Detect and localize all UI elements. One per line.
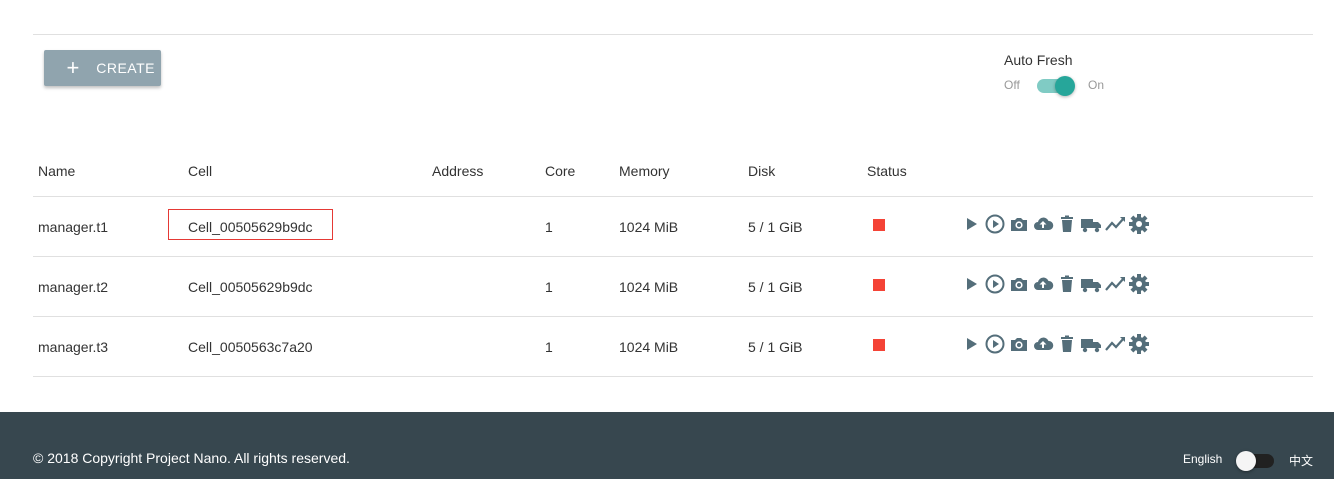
trash-icon[interactable] [1056,333,1080,355]
status-stopped-indicator [873,279,885,291]
header-disk: Disk [748,163,776,179]
row-cell: Cell_00505629b9dc [188,279,313,295]
auto-fresh-title: Auto Fresh [1004,52,1073,68]
row-name: manager.t3 [38,339,109,355]
row-core: 1 [545,339,553,355]
cloud-upload-icon[interactable] [1032,273,1056,295]
top-divider [33,34,1313,35]
header-address: Address [432,163,484,179]
row-name: manager.t1 [38,219,109,235]
gear-icon[interactable] [1128,333,1152,355]
trending-icon[interactable] [1104,333,1128,355]
status-stopped-indicator [873,219,885,231]
trash-icon[interactable] [1056,273,1080,295]
truck-icon[interactable] [1080,213,1104,235]
table-header: Name Cell Address Core Memory Disk Statu… [33,150,1313,197]
row-actions [960,273,1152,295]
auto-fresh-control: Auto Fresh Off On [1004,52,1104,96]
play-circle-icon[interactable] [984,333,1008,355]
trending-icon[interactable] [1104,273,1128,295]
cloud-upload-icon[interactable] [1032,333,1056,355]
truck-icon[interactable] [1080,273,1104,295]
trending-icon[interactable] [1104,213,1128,235]
row-core: 1 [545,279,553,295]
plus-icon: + [66,55,80,80]
row-disk: 5 / 1 GiB [748,219,803,235]
auto-fresh-toggle-knob[interactable] [1055,76,1075,96]
row-cell: Cell_00505629b9dc [188,219,313,235]
camera-icon[interactable] [1008,333,1032,355]
row-name: manager.t2 [38,279,109,295]
trash-icon[interactable] [1056,213,1080,235]
copyright-text: © 2018 Copyright Project Nano. All right… [33,450,350,466]
lang-chinese-label: 中文 [1289,454,1314,468]
header-memory: Memory [619,163,670,179]
table-row: manager.t2 Cell_00505629b9dc 1 1024 MiB … [33,257,1313,317]
play-icon[interactable] [960,333,984,355]
instances-table: Name Cell Address Core Memory Disk Statu… [33,150,1313,377]
row-memory: 1024 MiB [619,279,679,295]
camera-icon[interactable] [1008,213,1032,235]
header-name: Name [38,163,76,179]
table-row: manager.t1 Cell_00505629b9dc 1 1024 MiB … [33,197,1313,257]
create-button[interactable]: + CREATE [44,50,161,86]
language-toggle-knob[interactable] [1236,451,1256,471]
truck-icon[interactable] [1080,333,1104,355]
cloud-upload-icon[interactable] [1032,213,1056,235]
play-icon[interactable] [960,273,984,295]
row-memory: 1024 MiB [619,219,679,235]
gear-icon[interactable] [1128,213,1152,235]
status-stopped-indicator [873,339,885,351]
auto-fresh-on-label: On [1088,78,1105,92]
row-disk: 5 / 1 GiB [748,279,803,295]
row-actions [960,213,1152,235]
create-button-label: CREATE [96,60,155,76]
play-circle-icon[interactable] [984,213,1008,235]
lang-english-label: English [1183,452,1223,466]
header-cell: Cell [188,163,213,179]
header-status: Status [867,163,907,179]
auto-fresh-off-label: Off [1004,78,1020,92]
gear-icon[interactable] [1128,273,1152,295]
header-core: Core [545,163,576,179]
row-memory: 1024 MiB [619,339,679,355]
play-circle-icon[interactable] [984,273,1008,295]
row-core: 1 [545,219,553,235]
row-disk: 5 / 1 GiB [748,339,803,355]
camera-icon[interactable] [1008,273,1032,295]
play-icon[interactable] [960,213,984,235]
table-row: manager.t3 Cell_0050563c7a20 1 1024 MiB … [33,317,1313,377]
row-actions [960,333,1152,355]
row-cell: Cell_0050563c7a20 [188,339,313,355]
footer: © 2018 Copyright Project Nano. All right… [0,412,1334,479]
